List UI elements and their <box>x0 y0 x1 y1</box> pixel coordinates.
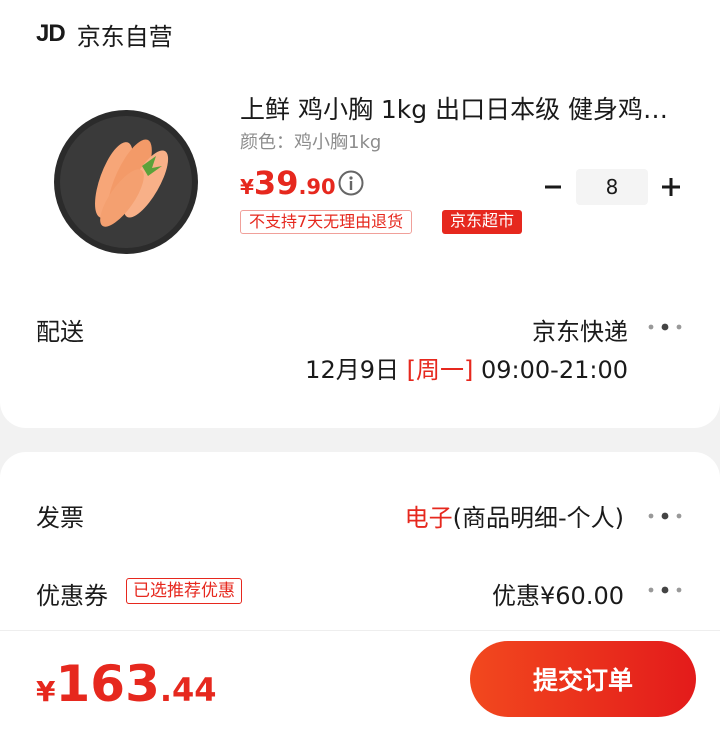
total-integer: 163 <box>55 655 160 713</box>
delivery-more-icon[interactable] <box>646 322 686 332</box>
invoice-more-icon[interactable] <box>646 511 686 521</box>
invoice-type: 电子 <box>404 504 453 532</box>
submit-order-button[interactable]: 提交订单 <box>470 641 696 717</box>
store-header[interactable]: JD 京东自营 <box>36 16 173 52</box>
store-name: 京东自营 <box>76 22 173 51</box>
delivery-date: 12月9日 <box>305 356 399 384</box>
coupon-value[interactable]: 优惠¥60.00 <box>492 576 624 611</box>
info-icon[interactable] <box>338 170 364 196</box>
delivery-method[interactable]: 京东快递 <box>532 312 628 347</box>
invoice-label: 发票 <box>36 504 84 532</box>
delivery-label: 配送 <box>36 318 84 346</box>
invoice-detail: (商品明细-个人) <box>452 504 624 532</box>
coupon-label: 优惠券 <box>36 582 108 610</box>
delivery-time[interactable]: 12月9日 [周一] 09:00-21:00 <box>305 350 628 385</box>
coupon-more-icon[interactable] <box>646 585 686 595</box>
delivery-weekday: [周一] <box>406 356 474 384</box>
decrease-button[interactable] <box>538 168 568 206</box>
product-spec[interactable]: 颜色：鸡小胸1kg <box>240 128 381 154</box>
price-integer: 39 <box>253 164 299 202</box>
jd-supermarket-tag: 京东超市 <box>442 210 523 234</box>
order-options-card <box>0 452 720 652</box>
total-price: ¥ 163 .44 <box>36 655 217 713</box>
product-title[interactable]: 上鲜 鸡小胸 1kg 出口日本级 健身鸡胸肉 <box>240 90 680 126</box>
quantity-input[interactable]: 8 <box>576 169 648 205</box>
product-image[interactable] <box>54 110 198 254</box>
delivery-hours: 09:00-21:00 <box>481 356 628 384</box>
product-price: ¥ 39 .90 <box>240 164 336 202</box>
quantity-stepper: 8 <box>538 168 686 206</box>
price-decimal: .90 <box>298 175 336 199</box>
invoice-value[interactable]: 电子(商品明细-个人) <box>405 498 624 533</box>
jd-logo: JD <box>36 20 66 47</box>
no-return-tag: 不支持7天无理由退货 <box>240 210 413 234</box>
total-currency: ¥ <box>36 675 56 708</box>
checkout-bar: ¥ 163 .44 提交订单 <box>0 630 720 729</box>
increase-button[interactable] <box>656 168 686 206</box>
coupon-badge: 已选推荐优惠 <box>126 578 242 604</box>
product-card: JD 京东自营 上鲜 鸡小胸 1kg 出口日本级 健身鸡胸肉 颜色：鸡小胸1kg… <box>0 0 720 428</box>
price-currency: ¥ <box>240 175 254 199</box>
total-decimal: .44 <box>159 671 217 709</box>
